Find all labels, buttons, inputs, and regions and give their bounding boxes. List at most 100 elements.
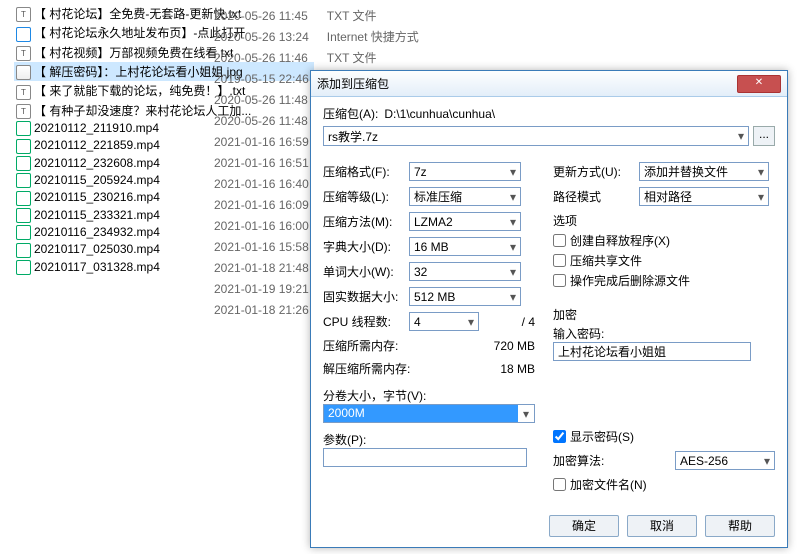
mp4-icon	[16, 208, 31, 223]
options-title: 选项	[553, 212, 775, 229]
password-label: 输入密码:	[553, 325, 775, 342]
chevron-down-icon[interactable]: ▾	[510, 290, 516, 304]
file-type: Internet 快捷方式	[313, 27, 421, 46]
file-date: 2021-01-19 19:21	[212, 279, 311, 298]
update-select[interactable]: 添加并替换文件▾	[639, 162, 769, 181]
file-date: 2020-05-26 11:46	[212, 48, 311, 67]
sfx-checkbox[interactable]: 创建自释放程序(X)	[553, 232, 775, 249]
chevron-down-icon[interactable]: ▾	[510, 215, 516, 229]
chevron-down-icon[interactable]: ▾	[510, 265, 516, 279]
word-label: 单词大小(W):	[323, 263, 409, 280]
chevron-down-icon[interactable]: ▾	[738, 129, 744, 143]
left-column: 压缩格式(F):7z▾ 压缩等级(L):标准压缩▾ 压缩方法(M):LZMA2▾…	[323, 156, 535, 496]
ok-button[interactable]: 确定	[549, 515, 619, 537]
add-to-archive-dialog: 添加到压缩包 ✕ 压缩包(A): D:\1\cunhua\cunhua\ rs教…	[310, 70, 788, 548]
file-name: 20210117_031328.mp4	[34, 260, 160, 274]
file-date: 2020-05-26 11:48	[212, 90, 311, 109]
decompress-mem-label: 解压缩所需内存:	[323, 360, 443, 377]
dialog-title: 添加到压缩包	[317, 75, 389, 92]
close-button[interactable]: ✕	[737, 75, 781, 93]
split-size-input[interactable]: 2000M ▾	[323, 404, 535, 423]
cancel-button[interactable]: 取消	[627, 515, 697, 537]
solid-select[interactable]: 512 MB▾	[409, 287, 521, 306]
params-input[interactable]	[323, 448, 527, 467]
file-name: 20210112_232608.mp4	[34, 156, 160, 170]
mp4-icon	[16, 191, 31, 206]
level-select[interactable]: 标准压缩▾	[409, 187, 521, 206]
word-select[interactable]: 32▾	[409, 262, 521, 281]
file-date: 2019-05-15 22:46	[212, 69, 311, 88]
decompress-mem-value: 18 MB	[500, 362, 535, 376]
algo-select[interactable]: AES-256▾	[675, 451, 775, 470]
file-date: 2021-01-18 21:26	[212, 300, 311, 319]
mp4-icon	[16, 173, 31, 188]
dict-select[interactable]: 16 MB▾	[409, 237, 521, 256]
file-date: 2020-05-26 13:24	[212, 27, 311, 46]
encrypt-title: 加密	[553, 306, 775, 323]
file-name: 【 村花视频】万部视频免费在线看.txt	[34, 46, 233, 60]
chevron-down-icon[interactable]: ▾	[764, 454, 770, 468]
share-checkbox[interactable]: 压缩共享文件	[553, 252, 775, 269]
file-date: 2021-01-16 16:51	[212, 153, 311, 172]
file-date: 2021-01-16 16:40	[212, 174, 311, 193]
file-date: 2021-01-16 16:00	[212, 216, 311, 235]
file-name: 20210112_221859.mp4	[34, 138, 160, 152]
show-password-checkbox[interactable]: 显示密码(S)	[553, 428, 775, 445]
browse-button[interactable]: ...	[753, 126, 775, 146]
path-label: 路径模式	[553, 188, 639, 205]
file-date: 2021-01-16 16:09	[212, 195, 311, 214]
split-label: 分卷大小，字节(V):	[323, 387, 535, 404]
file-name: 20210115_205924.mp4	[34, 173, 160, 187]
help-button[interactable]: 帮助	[705, 515, 775, 537]
format-label: 压缩格式(F):	[323, 163, 409, 180]
password-input[interactable]: 上村花论坛看小姐姐	[553, 342, 751, 361]
chevron-down-icon[interactable]: ▾	[758, 190, 764, 204]
archive-label: 压缩包(A):	[323, 105, 378, 122]
compress-mem-label: 压缩所需内存:	[323, 337, 443, 354]
chevron-down-icon[interactable]: ▾	[510, 190, 516, 204]
file-name: 20210112_211910.mp4	[34, 121, 159, 135]
params-label: 参数(P):	[323, 431, 535, 448]
delete-checkbox[interactable]: 操作完成后删除源文件	[553, 272, 775, 289]
txt-icon	[16, 104, 31, 119]
txt-icon	[16, 46, 31, 61]
right-column: 更新方式(U):添加并替换文件▾ 路径模式相对路径▾ 选项 创建自释放程序(X)…	[553, 156, 775, 496]
solid-label: 固实数据大小:	[323, 288, 409, 305]
archive-name-input[interactable]: rs教学.7z ▾	[323, 126, 749, 146]
txt-icon	[16, 85, 31, 100]
file-date: 2021-01-16 15:58	[212, 237, 311, 256]
chevron-down-icon[interactable]: ▾	[518, 407, 534, 421]
chevron-down-icon[interactable]: ▾	[468, 315, 474, 329]
dialog-titlebar[interactable]: 添加到压缩包 ✕	[311, 71, 787, 97]
mp4-icon	[16, 260, 31, 275]
file-type: TXT 文件	[313, 6, 421, 25]
file-name: 20210117_025030.mp4	[34, 242, 160, 256]
file-name: 20210115_233321.mp4	[34, 208, 160, 222]
file-name: 20210115_230216.mp4	[34, 190, 160, 204]
file-date: 2021-01-16 16:59	[212, 132, 311, 151]
encrypt-names-checkbox[interactable]: 加密文件名(N)	[553, 476, 775, 493]
chevron-down-icon[interactable]: ▾	[758, 165, 764, 179]
mp4-icon	[16, 139, 31, 154]
ie-icon	[16, 27, 31, 42]
txt-icon	[16, 7, 31, 22]
method-select[interactable]: LZMA2▾	[409, 212, 521, 231]
split-value: 2000M	[324, 405, 518, 422]
threads-label: CPU 线程数:	[323, 313, 409, 330]
file-date: 2021-01-18 21:48	[212, 258, 311, 277]
format-select[interactable]: 7z▾	[409, 162, 521, 181]
level-label: 压缩等级(L):	[323, 188, 409, 205]
file-name: 20210116_234932.mp4	[34, 225, 160, 239]
chevron-down-icon[interactable]: ▾	[510, 240, 516, 254]
method-label: 压缩方法(M):	[323, 213, 409, 230]
file-date: 2020-05-26 11:45	[212, 6, 311, 25]
compress-mem-value: 720 MB	[494, 339, 535, 353]
chevron-down-icon[interactable]: ▾	[510, 165, 516, 179]
jpg-icon	[16, 65, 31, 80]
path-select[interactable]: 相对路径▾	[639, 187, 769, 206]
dict-label: 字典大小(D):	[323, 238, 409, 255]
threads-select[interactable]: 4▾	[409, 312, 479, 331]
file-date: 2020-05-26 11:48	[212, 111, 311, 130]
archive-name-value: rs教学.7z	[328, 128, 378, 145]
archive-path: D:\1\cunhua\cunhua\	[384, 107, 495, 121]
